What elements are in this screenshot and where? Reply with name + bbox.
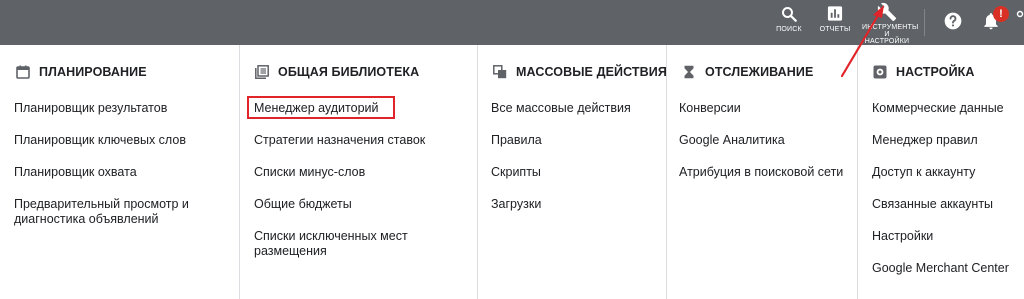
link-google-analytics[interactable]: Google Аналитика [679, 133, 785, 148]
link-account-access[interactable]: Доступ к аккаунту [872, 165, 975, 180]
link-conversions[interactable]: Конверсии [679, 101, 741, 116]
link-google-merchant-center[interactable]: Google Merchant Center [872, 261, 1009, 276]
link-ad-preview-line2[interactable]: диагностика объявлений [14, 212, 159, 227]
toolbar-divider [924, 9, 925, 36]
measurement-heading-text: ОТСЛЕЖИВАНИЕ [705, 65, 814, 79]
shared-library-heading-text: ОБЩАЯ БИБЛИОТЕКА [278, 65, 420, 79]
link-keyword-planner[interactable]: Планировщик ключевых слов [14, 133, 186, 148]
copy-icon [493, 65, 507, 79]
search-icon [782, 7, 797, 22]
link-rule-manager[interactable]: Менеджер правил [872, 133, 978, 148]
tools-label-line1: ИНСТРУМЕНТЫ [862, 24, 919, 31]
link-negative-keyword-lists[interactable]: Списки минус-слов [254, 165, 365, 180]
tools-and-settings-button[interactable]: ИНСТРУМЕНТЫ И НАСТРОЙКИ [862, 0, 919, 45]
link-placement-exclusions-line2[interactable]: размещения [254, 244, 327, 259]
highlight-box-audience-manager [247, 96, 395, 119]
link-all-bulk-actions[interactable]: Все массовые действия [491, 101, 631, 116]
shared-library-heading: ОБЩАЯ БИБЛИОТЕКА [255, 63, 419, 81]
link-business-data[interactable]: Коммерческие данные [872, 101, 1004, 116]
link-settings[interactable]: Настройки [872, 229, 933, 244]
measurement-column: ОТСЛЕЖИВАНИЕ Конверсии Google Аналитика … [666, 45, 858, 299]
setup-heading: НАСТРОЙКА [873, 63, 975, 81]
link-placement-exclusions-line1[interactable]: Списки исключенных мест [254, 229, 408, 244]
reports-icon [827, 6, 843, 21]
notification-badge: ! [993, 6, 1009, 22]
link-shared-budgets[interactable]: Общие бюджеты [254, 197, 352, 212]
bulk-actions-heading: МАССОВЫЕ ДЕЙСТВИЯ [493, 63, 667, 81]
search-label: ПОИСК [776, 26, 802, 33]
tools-label-line2: И НАСТРОЙКИ [864, 31, 910, 45]
link-uploads[interactable]: Загрузки [491, 197, 541, 212]
setup-column: НАСТРОЙКА Коммерческие данные Менеджер п… [857, 45, 1024, 299]
planning-column: ПЛАНИРОВАНИЕ Планировщик результатов Пла… [0, 45, 240, 299]
link-linked-accounts[interactable]: Связанные аккаунты [872, 197, 993, 212]
top-toolbar: ПОИСК ОТЧЕТЫ ИНСТРУМЕНТЫ И НАСТРОЙКИ ! [0, 0, 1024, 45]
link-bid-strategies[interactable]: Стратегии назначения ставок [254, 133, 425, 148]
hourglass-icon [684, 65, 694, 79]
link-scripts[interactable]: Скрипты [491, 165, 541, 180]
bulk-actions-column: МАССОВЫЕ ДЕЙСТВИЯ Все массовые действия … [477, 45, 667, 299]
measurement-heading: ОТСЛЕЖИВАНИЕ [682, 63, 813, 81]
shared-library-column: ОБЩАЯ БИБЛИОТЕКА Менеджер аудиторий Стра… [239, 45, 478, 299]
search-button[interactable]: ПОИСК [772, 0, 806, 45]
link-performance-planner[interactable]: Планировщик результатов [14, 101, 167, 116]
planning-heading: ПЛАНИРОВАНИЕ [16, 63, 147, 81]
planning-heading-text: ПЛАНИРОВАНИЕ [39, 65, 147, 79]
settings-box-icon [873, 65, 887, 79]
link-rules[interactable]: Правила [491, 133, 542, 148]
tools-label: ИНСТРУМЕНТЫ И НАСТРОЙКИ [862, 24, 919, 45]
setup-heading-text: НАСТРОЙКА [896, 65, 975, 79]
calendar-icon [16, 65, 30, 79]
help-button[interactable] [940, 0, 966, 45]
library-icon [255, 65, 269, 79]
reports-button[interactable]: ОТЧЕТЫ [815, 0, 855, 45]
link-search-attribution[interactable]: Атрибуция в поисковой сети [679, 165, 843, 180]
help-icon [944, 12, 962, 30]
reports-label: ОТЧЕТЫ [819, 26, 851, 33]
more-icon[interactable] [1014, 9, 1024, 19]
wrench-icon [877, 2, 897, 22]
bulk-actions-heading-text: МАССОВЫЕ ДЕЙСТВИЯ [516, 65, 667, 79]
link-reach-planner[interactable]: Планировщик охвата [14, 165, 137, 180]
link-ad-preview-line1[interactable]: Предварительный просмотр и [14, 197, 189, 212]
